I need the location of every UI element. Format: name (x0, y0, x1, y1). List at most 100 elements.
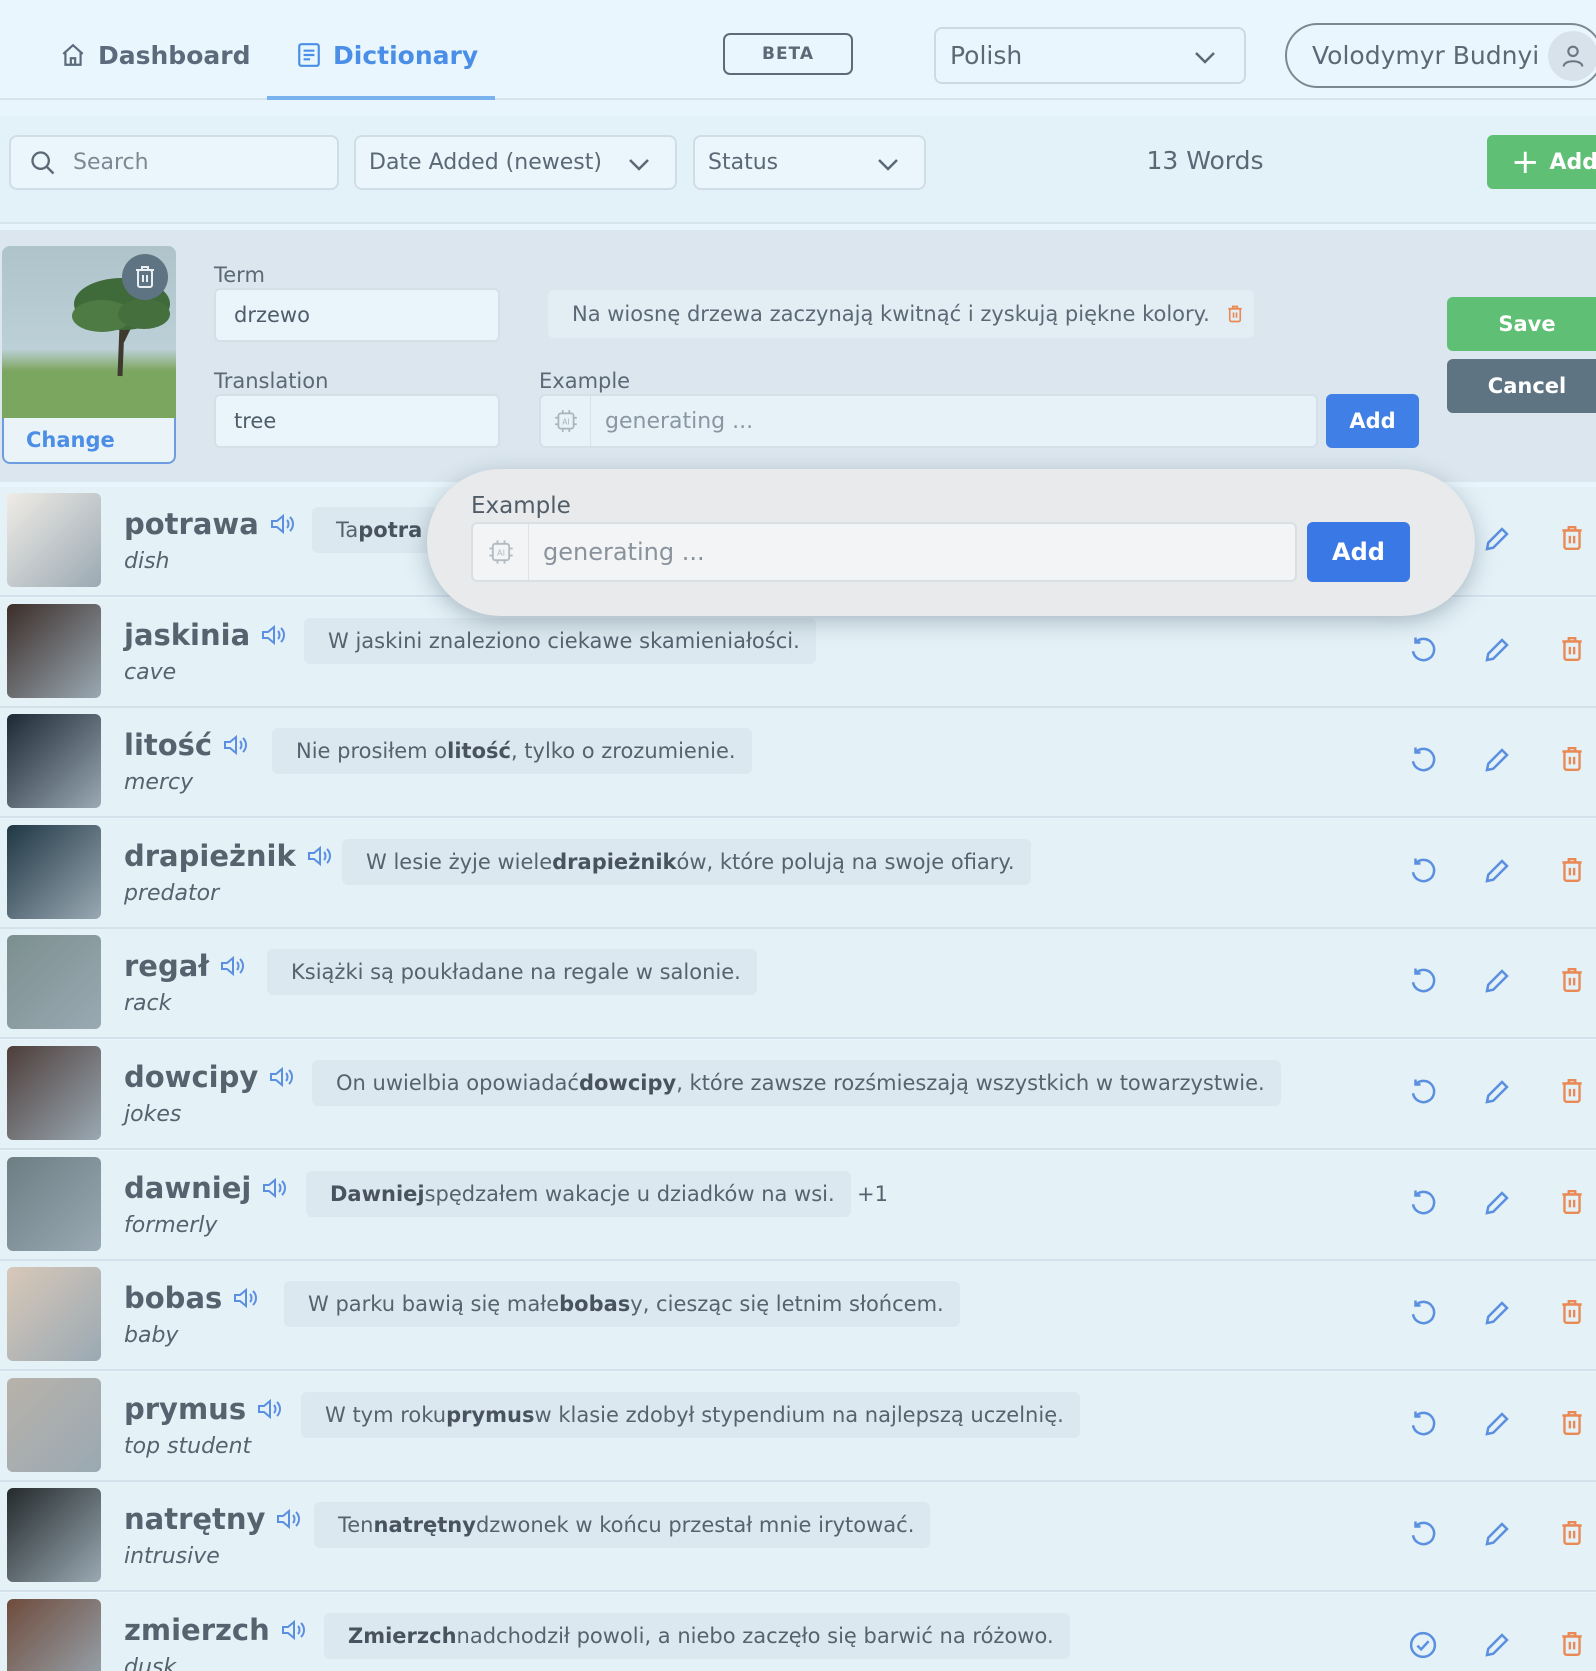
word-row[interactable]: regał rack Książki są poukładane na regale… (0, 929, 1596, 1040)
edit-pencil-icon[interactable] (1482, 524, 1512, 554)
trash-icon[interactable] (1559, 1298, 1585, 1326)
cancel-button[interactable]: Cancel (1447, 359, 1596, 413)
trash-icon[interactable] (1559, 524, 1585, 552)
reset-icon[interactable] (1408, 745, 1438, 775)
word-term: drapieżnik (124, 839, 334, 873)
word-example: On uwielbia opowiadać dowcipy, które zaw… (312, 1060, 1281, 1106)
status-select[interactable]: Status (693, 135, 926, 190)
trash-icon[interactable] (1559, 745, 1585, 773)
popup-add-button[interactable]: Add (1307, 522, 1410, 582)
speaker-icon[interactable] (268, 1065, 296, 1089)
translation-input[interactable]: tree (214, 394, 500, 448)
nav-dictionary[interactable]: Dictionary (297, 36, 478, 74)
speaker-icon[interactable] (260, 623, 288, 647)
word-example: W jaskini znaleziono ciekawe skamieniało… (304, 617, 816, 664)
word-translation: predator (124, 880, 220, 906)
delete-image-button[interactable] (122, 254, 168, 300)
language-select[interactable]: Polish (934, 27, 1246, 84)
example-zoom-popup: Example AI generating ... Add (427, 469, 1475, 616)
nav-dashboard[interactable]: Dashboard (60, 36, 250, 74)
ai-chip-icon: AI (473, 524, 529, 580)
word-term: prymus (124, 1392, 284, 1426)
popup-example-input[interactable]: AI generating ... (471, 522, 1297, 582)
reset-icon[interactable] (1408, 1298, 1438, 1328)
example-text: Ta (336, 518, 359, 542)
speaker-icon[interactable] (269, 512, 297, 536)
speaker-icon[interactable] (275, 1507, 303, 1531)
word-thumbnail (7, 1377, 101, 1472)
check-circle-icon[interactable] (1408, 1630, 1438, 1660)
edit-pencil-icon[interactable] (1482, 1077, 1512, 1107)
edit-pencil-icon[interactable] (1482, 856, 1512, 886)
speaker-icon[interactable] (306, 844, 334, 868)
reset-icon[interactable] (1408, 1188, 1438, 1218)
edit-pencil-icon[interactable] (1482, 1519, 1512, 1549)
word-row[interactable]: dawniej formerly Dawniej spędzałem wakacje… (0, 1150, 1596, 1261)
edit-pencil-icon[interactable] (1482, 1298, 1512, 1328)
speaker-icon[interactable] (256, 1397, 284, 1421)
speaker-icon[interactable] (232, 1286, 260, 1310)
word-row[interactable]: prymus top student W tym roku prymus w kla… (0, 1371, 1596, 1482)
sort-select[interactable]: Date Added (newest) (354, 135, 677, 190)
beta-badge[interactable]: BETA (723, 33, 853, 75)
translation-label: Translation (214, 369, 329, 393)
reset-icon[interactable] (1408, 856, 1438, 886)
edit-pencil-icon[interactable] (1482, 1630, 1512, 1660)
speaker-icon[interactable] (222, 733, 250, 757)
trash-icon[interactable] (1226, 304, 1244, 324)
word-thumbnail (7, 603, 101, 698)
example-placeholder: generating ... (605, 408, 754, 434)
word-term: bobas (124, 1281, 260, 1315)
user-avatar-icon (1548, 31, 1596, 81)
term-input[interactable]: drzewo (214, 288, 500, 342)
translation-value: tree (234, 409, 277, 433)
more-examples-count[interactable]: +1 (857, 1182, 888, 1206)
existing-example-text: Na wiosnę drzewa zaczynają kwitnąć i zys… (572, 302, 1210, 326)
edit-pencil-icon[interactable] (1482, 1188, 1512, 1218)
edit-pencil-icon[interactable] (1482, 745, 1512, 775)
reset-icon[interactable] (1408, 1409, 1438, 1439)
trash-icon[interactable] (1559, 1077, 1585, 1105)
word-term-text: litość (124, 728, 213, 763)
word-row[interactable]: drapieżnik predator W lesie żyje wiele dra… (0, 818, 1596, 929)
reset-icon[interactable] (1408, 635, 1438, 665)
edit-pencil-icon[interactable] (1482, 1409, 1512, 1439)
user-menu[interactable]: Volodymyr Budnyi (1285, 23, 1596, 88)
word-row[interactable]: litość mercy Nie prosiłem o litość, tylko … (0, 708, 1596, 819)
trash-icon[interactable] (1559, 635, 1585, 663)
word-term-text: regał (124, 949, 210, 984)
speaker-icon[interactable] (261, 1176, 289, 1200)
example-input[interactable]: AI generating ... (539, 394, 1318, 448)
word-image: Change (2, 246, 176, 464)
search-input[interactable]: Search (9, 135, 339, 190)
word-thumbnail (7, 714, 101, 809)
trash-icon[interactable] (1559, 1409, 1585, 1437)
word-thumbnail (7, 1599, 101, 1671)
edit-pencil-icon[interactable] (1482, 635, 1512, 665)
trash-icon[interactable] (1559, 1519, 1585, 1547)
example-text: dzwonek w końcu przestał mnie irytować. (475, 1513, 915, 1538)
save-button[interactable]: Save (1447, 297, 1596, 351)
word-term-text: zmierzch (124, 1613, 270, 1647)
trash-icon[interactable] (1559, 856, 1585, 884)
reset-icon[interactable] (1408, 966, 1438, 996)
speaker-icon[interactable] (280, 1618, 308, 1642)
word-count: 13 Words (1146, 146, 1264, 175)
add-word-button[interactable]: + Add (1487, 135, 1596, 189)
word-row[interactable]: bobas baby W parku bawią się małe bobas y, … (0, 1261, 1596, 1372)
trash-icon[interactable] (1559, 1188, 1585, 1216)
ai-chip-icon: AI (541, 396, 591, 446)
speaker-icon[interactable] (219, 954, 247, 978)
word-row[interactable]: dowcipy jokes On uwielbia opowiadać dowcip… (0, 1040, 1596, 1150)
example-text: y, ciesząc się letnim słońcem. (630, 1292, 944, 1317)
word-row[interactable]: zmierzch dusk Zmierzch nadchodził powoli, … (0, 1593, 1596, 1671)
reset-icon[interactable] (1408, 1077, 1438, 1107)
change-image-button[interactable]: Change (2, 418, 176, 464)
trash-icon[interactable] (1559, 966, 1585, 994)
add-example-button[interactable]: Add (1326, 394, 1419, 448)
edit-pencil-icon[interactable] (1482, 966, 1512, 996)
word-row[interactable]: natrętny intrusive Ten natrętny dzwonek w … (0, 1482, 1596, 1593)
reset-icon[interactable] (1408, 1519, 1438, 1549)
trash-icon[interactable] (1559, 1630, 1585, 1658)
trash-icon (136, 266, 154, 288)
